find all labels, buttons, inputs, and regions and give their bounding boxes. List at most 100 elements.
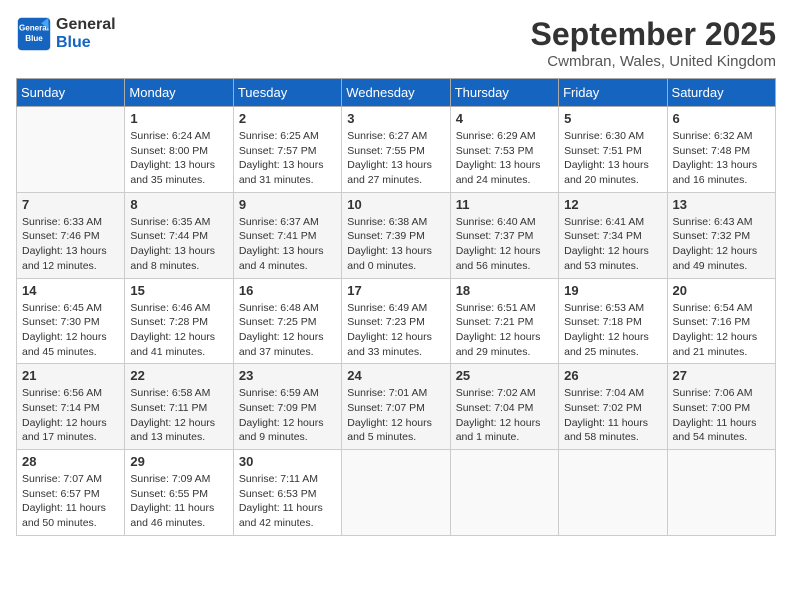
day-cell: 2 Sunrise: 6:25 AMSunset: 7:57 PMDaylight… xyxy=(233,107,341,193)
day-number: 15 xyxy=(130,283,227,298)
logo-text-line2: Blue xyxy=(56,34,116,52)
day-number: 23 xyxy=(239,368,336,383)
week-row-1: 1 Sunrise: 6:24 AMSunset: 8:00 PMDaylight… xyxy=(17,107,776,193)
day-info: Sunrise: 6:48 AMSunset: 7:25 PMDaylight:… xyxy=(239,301,336,360)
day-info: Sunrise: 6:29 AMSunset: 7:53 PMDaylight:… xyxy=(456,129,553,188)
day-cell: 27 Sunrise: 7:06 AMSunset: 7:00 PMDayligh… xyxy=(667,364,775,450)
month-title: September 2025 xyxy=(531,16,776,53)
page-header: General Blue General Blue September 2025… xyxy=(16,16,776,70)
day-info: Sunrise: 6:35 AMSunset: 7:44 PMDaylight:… xyxy=(130,215,227,274)
day-cell xyxy=(559,450,667,536)
day-number: 14 xyxy=(22,283,119,298)
day-info: Sunrise: 6:38 AMSunset: 7:39 PMDaylight:… xyxy=(347,215,444,274)
day-info: Sunrise: 6:30 AMSunset: 7:51 PMDaylight:… xyxy=(564,129,661,188)
day-info: Sunrise: 7:07 AMSunset: 6:57 PMDaylight:… xyxy=(22,472,119,531)
day-number: 30 xyxy=(239,454,336,469)
week-row-2: 7Sunrise: 6:33 AMSunset: 7:46 PMDaylight… xyxy=(17,192,776,278)
day-number: 25 xyxy=(456,368,553,383)
day-info: Sunrise: 6:51 AMSunset: 7:21 PMDaylight:… xyxy=(456,301,553,360)
calendar-table: SundayMondayTuesdayWednesdayThursdayFrid… xyxy=(16,78,776,536)
svg-text:Blue: Blue xyxy=(25,34,43,43)
title-block: September 2025 Cwmbran, Wales, United Ki… xyxy=(531,16,776,70)
day-cell: 3 Sunrise: 6:27 AMSunset: 7:55 PMDaylight… xyxy=(342,107,450,193)
header-sunday: Sunday xyxy=(17,79,125,107)
day-cell: 11 Sunrise: 6:40 AMSunset: 7:37 PMDayligh… xyxy=(450,192,558,278)
day-cell: 29Sunrise: 7:09 AMSunset: 6:55 PMDayligh… xyxy=(125,450,233,536)
day-cell: 24 Sunrise: 7:01 AMSunset: 7:07 PMDayligh… xyxy=(342,364,450,450)
day-info: Sunrise: 6:33 AMSunset: 7:46 PMDaylight:… xyxy=(22,215,119,274)
day-cell: 14 Sunrise: 6:45 AMSunset: 7:30 PMDayligh… xyxy=(17,278,125,364)
day-cell: 26Sunrise: 7:04 AMSunset: 7:02 PMDayligh… xyxy=(559,364,667,450)
day-cell: 16 Sunrise: 6:48 AMSunset: 7:25 PMDayligh… xyxy=(233,278,341,364)
day-info: Sunrise: 6:54 AMSunset: 7:16 PMDaylight:… xyxy=(673,301,770,360)
day-number: 27 xyxy=(673,368,770,383)
day-number: 6 xyxy=(673,111,770,126)
day-info: Sunrise: 7:04 AMSunset: 7:02 PMDaylight:… xyxy=(564,386,661,445)
day-number: 24 xyxy=(347,368,444,383)
location: Cwmbran, Wales, United Kingdom xyxy=(531,53,776,70)
day-number: 10 xyxy=(347,197,444,212)
day-number: 17 xyxy=(347,283,444,298)
day-cell: 4 Sunrise: 6:29 AMSunset: 7:53 PMDaylight… xyxy=(450,107,558,193)
day-info: Sunrise: 6:27 AMSunset: 7:55 PMDaylight:… xyxy=(347,129,444,188)
calendar-header: SundayMondayTuesdayWednesdayThursdayFrid… xyxy=(17,79,776,107)
day-number: 8 xyxy=(130,197,227,212)
day-cell: 1 Sunrise: 6:24 AMSunset: 8:00 PMDaylight… xyxy=(125,107,233,193)
day-cell xyxy=(17,107,125,193)
day-cell: 20 Sunrise: 6:54 AMSunset: 7:16 PMDayligh… xyxy=(667,278,775,364)
day-cell: 9Sunrise: 6:37 AMSunset: 7:41 PMDaylight… xyxy=(233,192,341,278)
day-info: Sunrise: 6:41 AMSunset: 7:34 PMDaylight:… xyxy=(564,215,661,274)
day-number: 4 xyxy=(456,111,553,126)
day-info: Sunrise: 6:53 AMSunset: 7:18 PMDaylight:… xyxy=(564,301,661,360)
day-number: 18 xyxy=(456,283,553,298)
day-cell xyxy=(450,450,558,536)
header-monday: Monday xyxy=(125,79,233,107)
day-number: 16 xyxy=(239,283,336,298)
logo-icon: General Blue xyxy=(16,16,52,52)
day-number: 2 xyxy=(239,111,336,126)
logo-text-line1: General xyxy=(56,16,116,34)
day-info: Sunrise: 6:24 AMSunset: 8:00 PMDaylight:… xyxy=(130,129,227,188)
day-cell: 17 Sunrise: 6:49 AMSunset: 7:23 PMDayligh… xyxy=(342,278,450,364)
day-info: Sunrise: 6:43 AMSunset: 7:32 PMDaylight:… xyxy=(673,215,770,274)
day-info: Sunrise: 6:45 AMSunset: 7:30 PMDaylight:… xyxy=(22,301,119,360)
day-number: 11 xyxy=(456,197,553,212)
day-number: 20 xyxy=(673,283,770,298)
day-cell: 10 Sunrise: 6:38 AMSunset: 7:39 PMDayligh… xyxy=(342,192,450,278)
day-info: Sunrise: 6:40 AMSunset: 7:37 PMDaylight:… xyxy=(456,215,553,274)
day-cell: 6Sunrise: 6:32 AMSunset: 7:48 PMDaylight… xyxy=(667,107,775,193)
day-cell: 22Sunrise: 6:58 AMSunset: 7:11 PMDayligh… xyxy=(125,364,233,450)
day-info: Sunrise: 7:02 AMSunset: 7:04 PMDaylight:… xyxy=(456,386,553,445)
day-info: Sunrise: 6:46 AMSunset: 7:28 PMDaylight:… xyxy=(130,301,227,360)
header-friday: Friday xyxy=(559,79,667,107)
day-cell: 8 Sunrise: 6:35 AMSunset: 7:44 PMDaylight… xyxy=(125,192,233,278)
day-cell: 7Sunrise: 6:33 AMSunset: 7:46 PMDaylight… xyxy=(17,192,125,278)
day-cell xyxy=(342,450,450,536)
day-cell: 19 Sunrise: 6:53 AMSunset: 7:18 PMDayligh… xyxy=(559,278,667,364)
day-info: Sunrise: 7:01 AMSunset: 7:07 PMDaylight:… xyxy=(347,386,444,445)
day-info: Sunrise: 6:25 AMSunset: 7:57 PMDaylight:… xyxy=(239,129,336,188)
week-row-3: 14 Sunrise: 6:45 AMSunset: 7:30 PMDayligh… xyxy=(17,278,776,364)
day-info: Sunrise: 7:06 AMSunset: 7:00 PMDaylight:… xyxy=(673,386,770,445)
day-number: 3 xyxy=(347,111,444,126)
day-info: Sunrise: 6:49 AMSunset: 7:23 PMDaylight:… xyxy=(347,301,444,360)
day-number: 1 xyxy=(130,111,227,126)
day-number: 19 xyxy=(564,283,661,298)
week-row-5: 28 Sunrise: 7:07 AMSunset: 6:57 PMDayligh… xyxy=(17,450,776,536)
header-wednesday: Wednesday xyxy=(342,79,450,107)
day-info: Sunrise: 6:58 AMSunset: 7:11 PMDaylight:… xyxy=(130,386,227,445)
header-thursday: Thursday xyxy=(450,79,558,107)
day-cell: 28 Sunrise: 7:07 AMSunset: 6:57 PMDayligh… xyxy=(17,450,125,536)
header-tuesday: Tuesday xyxy=(233,79,341,107)
day-cell: 25 Sunrise: 7:02 AMSunset: 7:04 PMDayligh… xyxy=(450,364,558,450)
day-info: Sunrise: 7:09 AMSunset: 6:55 PMDaylight:… xyxy=(130,472,227,531)
day-cell: 12Sunrise: 6:41 AMSunset: 7:34 PMDayligh… xyxy=(559,192,667,278)
day-info: Sunrise: 6:37 AMSunset: 7:41 PMDaylight:… xyxy=(239,215,336,274)
day-number: 5 xyxy=(564,111,661,126)
calendar-body: 1 Sunrise: 6:24 AMSunset: 8:00 PMDaylight… xyxy=(17,107,776,536)
day-info: Sunrise: 6:56 AMSunset: 7:14 PMDaylight:… xyxy=(22,386,119,445)
day-number: 28 xyxy=(22,454,119,469)
day-cell xyxy=(667,450,775,536)
day-cell: 5 Sunrise: 6:30 AMSunset: 7:51 PMDaylight… xyxy=(559,107,667,193)
day-number: 13 xyxy=(673,197,770,212)
